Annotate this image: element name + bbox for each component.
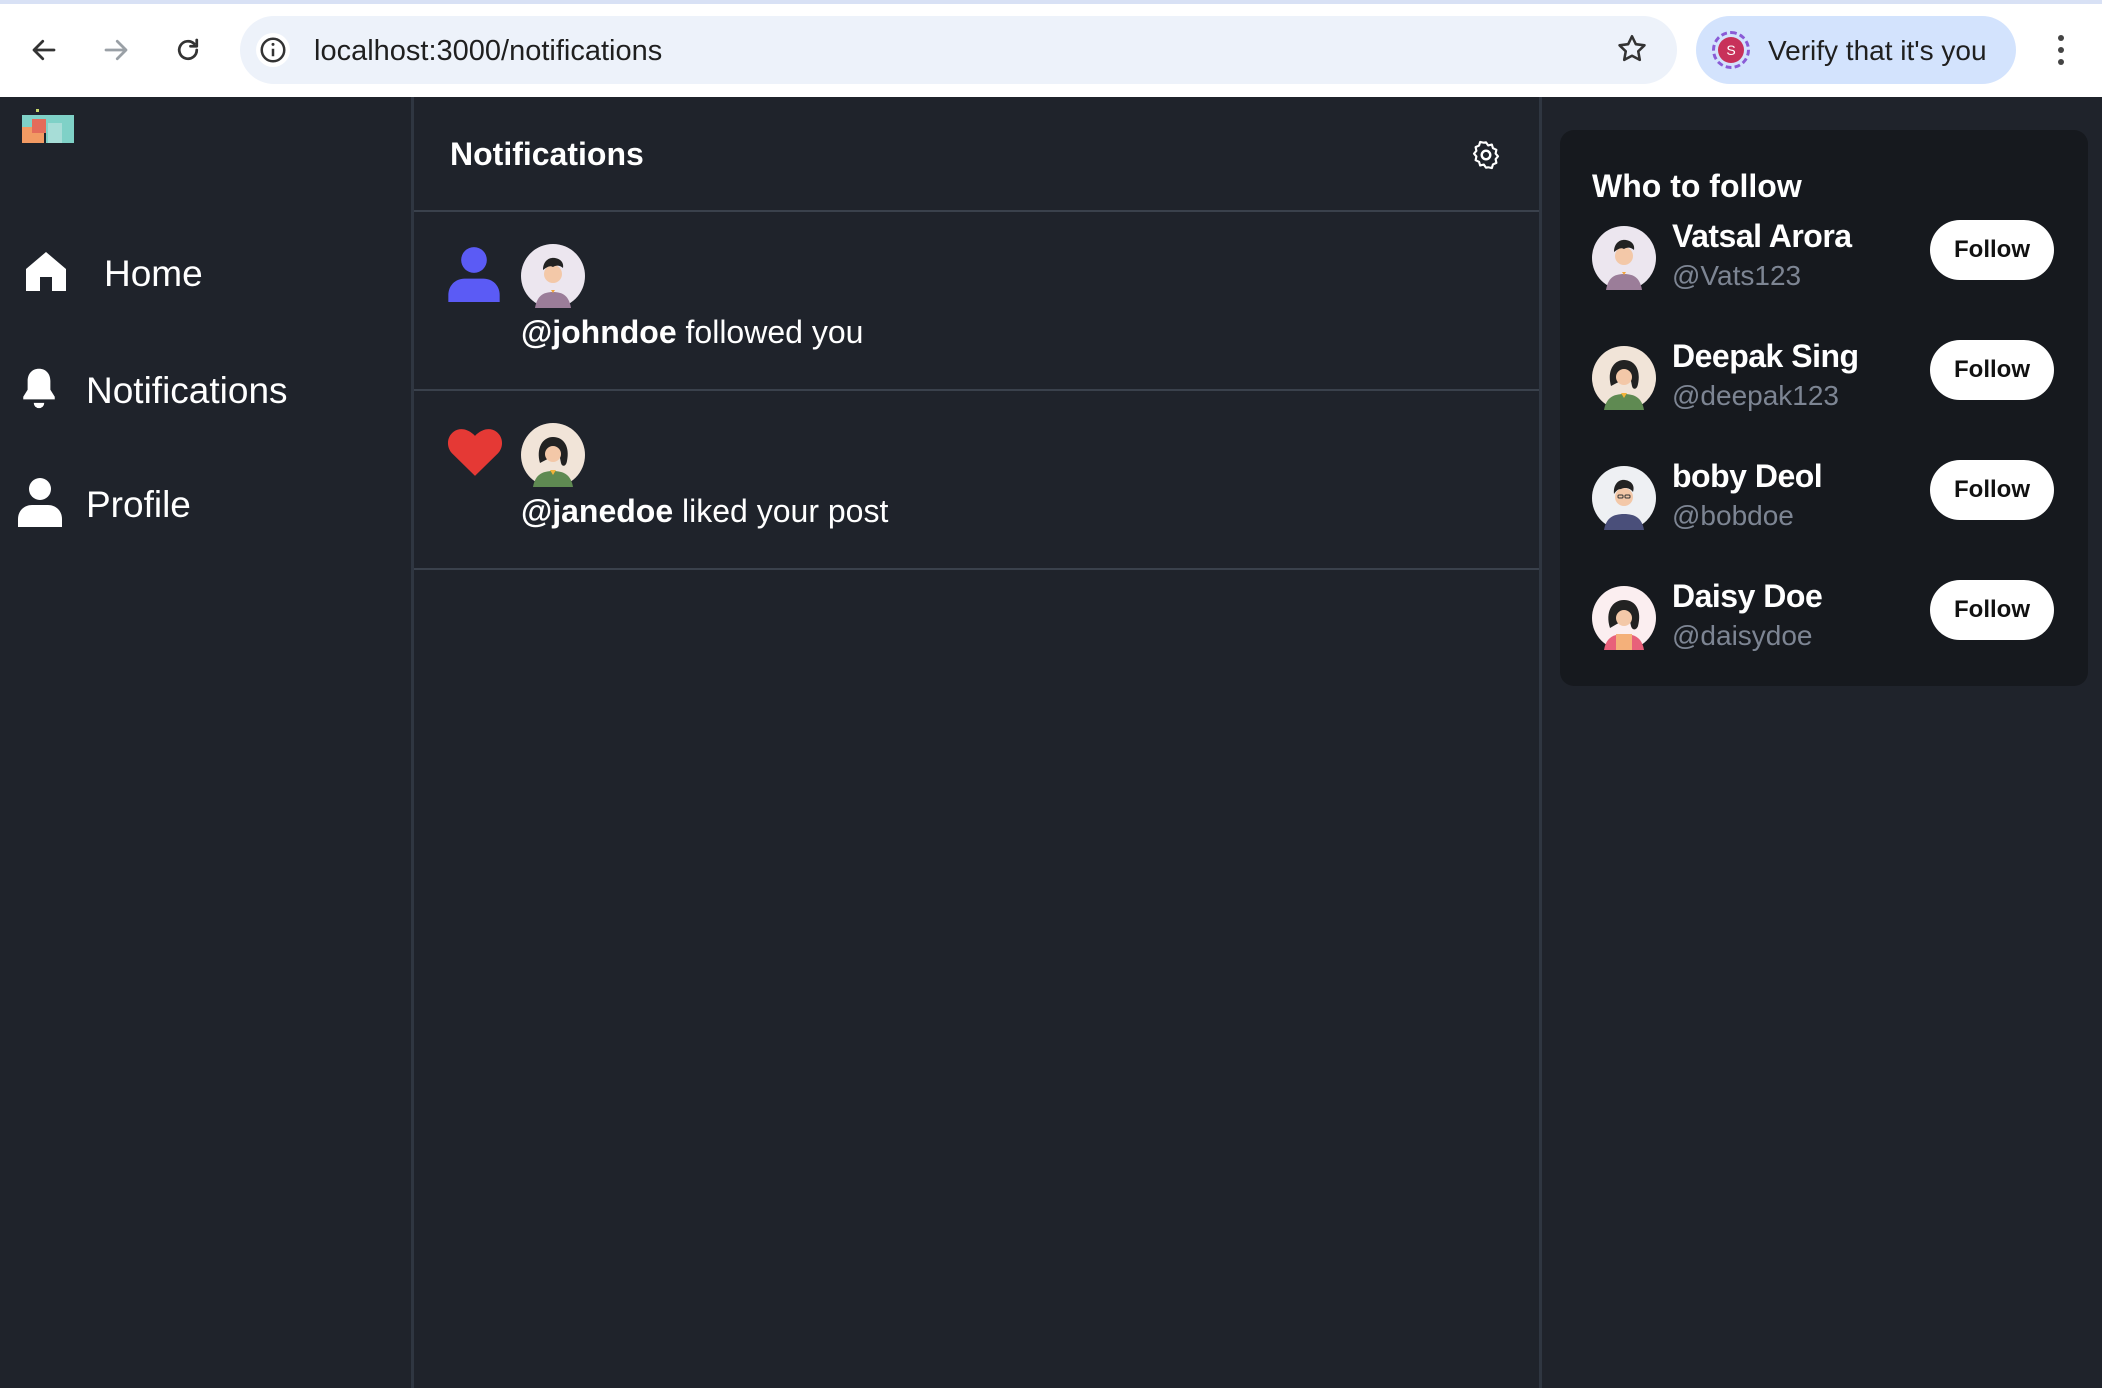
bell-icon [18, 365, 70, 416]
url-text[interactable]: localhost:3000/notifications [314, 35, 662, 68]
follow-button[interactable]: Follow [1930, 340, 2054, 400]
suggestion-item: Vatsal Arora @Vats123 Follow [1592, 218, 2072, 318]
suggestion-item: Daisy Doe @daisydoe Follow [1592, 578, 2072, 678]
notification-action: liked your post [673, 493, 889, 529]
page-title: Notifications [450, 136, 644, 172]
sidebar-item-profile[interactable]: Profile [18, 477, 191, 532]
avatar[interactable] [1592, 226, 1656, 290]
sidebar-item-label: Profile [86, 483, 191, 525]
address-bar[interactable]: localhost:3000/notifications [240, 16, 1677, 84]
info-icon[interactable] [256, 33, 290, 67]
panel-header: Notifications [414, 97, 1539, 212]
user-handle: @deepak123 [1672, 380, 1840, 411]
follow-button[interactable]: Follow [1930, 460, 2054, 520]
heart-icon [446, 425, 504, 482]
avatar[interactable] [1592, 466, 1656, 530]
browser-chrome: localhost:3000/notifications S Verify th… [0, 0, 2102, 97]
sidebar-item-home[interactable]: Home [18, 247, 203, 300]
verify-label: Verify that it's you [1768, 35, 1987, 66]
sidebar-item-label: Home [104, 252, 203, 294]
verify-identity-button[interactable]: S Verify that it's you [1696, 16, 2016, 84]
gear-icon[interactable] [1470, 139, 1502, 176]
follow-button[interactable]: Follow [1930, 220, 2054, 280]
card-title: Who to follow [1592, 168, 1802, 204]
more-menu-icon[interactable] [2046, 30, 2076, 70]
notification-text: @johndoe followed you [521, 314, 863, 351]
suggestion-item: boby Deol @bobdoe Follow [1592, 458, 2072, 558]
app-root: Home Notifications Profile Notifications [0, 97, 2102, 1388]
sidebar-item-label: Notifications [86, 369, 288, 411]
notifications-panel: Notifications @johndoe followed you @jan… [414, 97, 1542, 1388]
forward-icon[interactable] [96, 30, 136, 70]
user-name[interactable]: Vatsal Arora [1672, 218, 1852, 255]
avatar[interactable] [521, 244, 585, 308]
sidebar-item-notifications[interactable]: Notifications [18, 365, 288, 416]
home-icon [22, 247, 86, 300]
follow-button[interactable]: Follow [1930, 580, 2054, 640]
notification-text: @janedoe liked your post [521, 493, 888, 530]
right-rail: Who to follow Vatsal Arora @Vats123 Foll… [1542, 97, 2102, 1388]
notification-handle[interactable]: @johndoe [521, 314, 677, 350]
avatar[interactable] [1592, 346, 1656, 410]
user-icon [18, 477, 70, 532]
reload-icon[interactable] [168, 30, 208, 70]
who-to-follow-card: Who to follow Vatsal Arora @Vats123 Foll… [1560, 130, 2088, 686]
notification-item[interactable]: @janedoe liked your post [414, 391, 1539, 570]
avatar[interactable] [521, 423, 585, 487]
avatar[interactable] [1592, 586, 1656, 650]
notification-handle[interactable]: @janedoe [521, 493, 673, 529]
tab-strip [0, 0, 2102, 4]
suggestion-item: Deepak Sing @deepak123 Follow [1592, 338, 2072, 438]
user-handle: @daisydoe [1672, 620, 1813, 651]
profile-initial: S [1718, 37, 1744, 63]
bookmark-star-icon[interactable] [1615, 32, 1649, 71]
user-handle: @Vats123 [1672, 260, 1802, 291]
user-name[interactable]: boby Deol [1672, 458, 1823, 495]
user-icon [448, 246, 500, 307]
user-name[interactable]: Daisy Doe [1672, 578, 1823, 615]
user-handle: @bobdoe [1672, 500, 1794, 531]
profile-avatar: S [1712, 31, 1750, 69]
notification-action: followed you [676, 314, 864, 350]
app-logo[interactable] [22, 109, 74, 149]
back-icon[interactable] [24, 30, 64, 70]
sidebar: Home Notifications Profile [0, 97, 414, 1388]
user-name[interactable]: Deepak Sing [1672, 338, 1859, 375]
notification-item[interactable]: @johndoe followed you [414, 212, 1539, 391]
